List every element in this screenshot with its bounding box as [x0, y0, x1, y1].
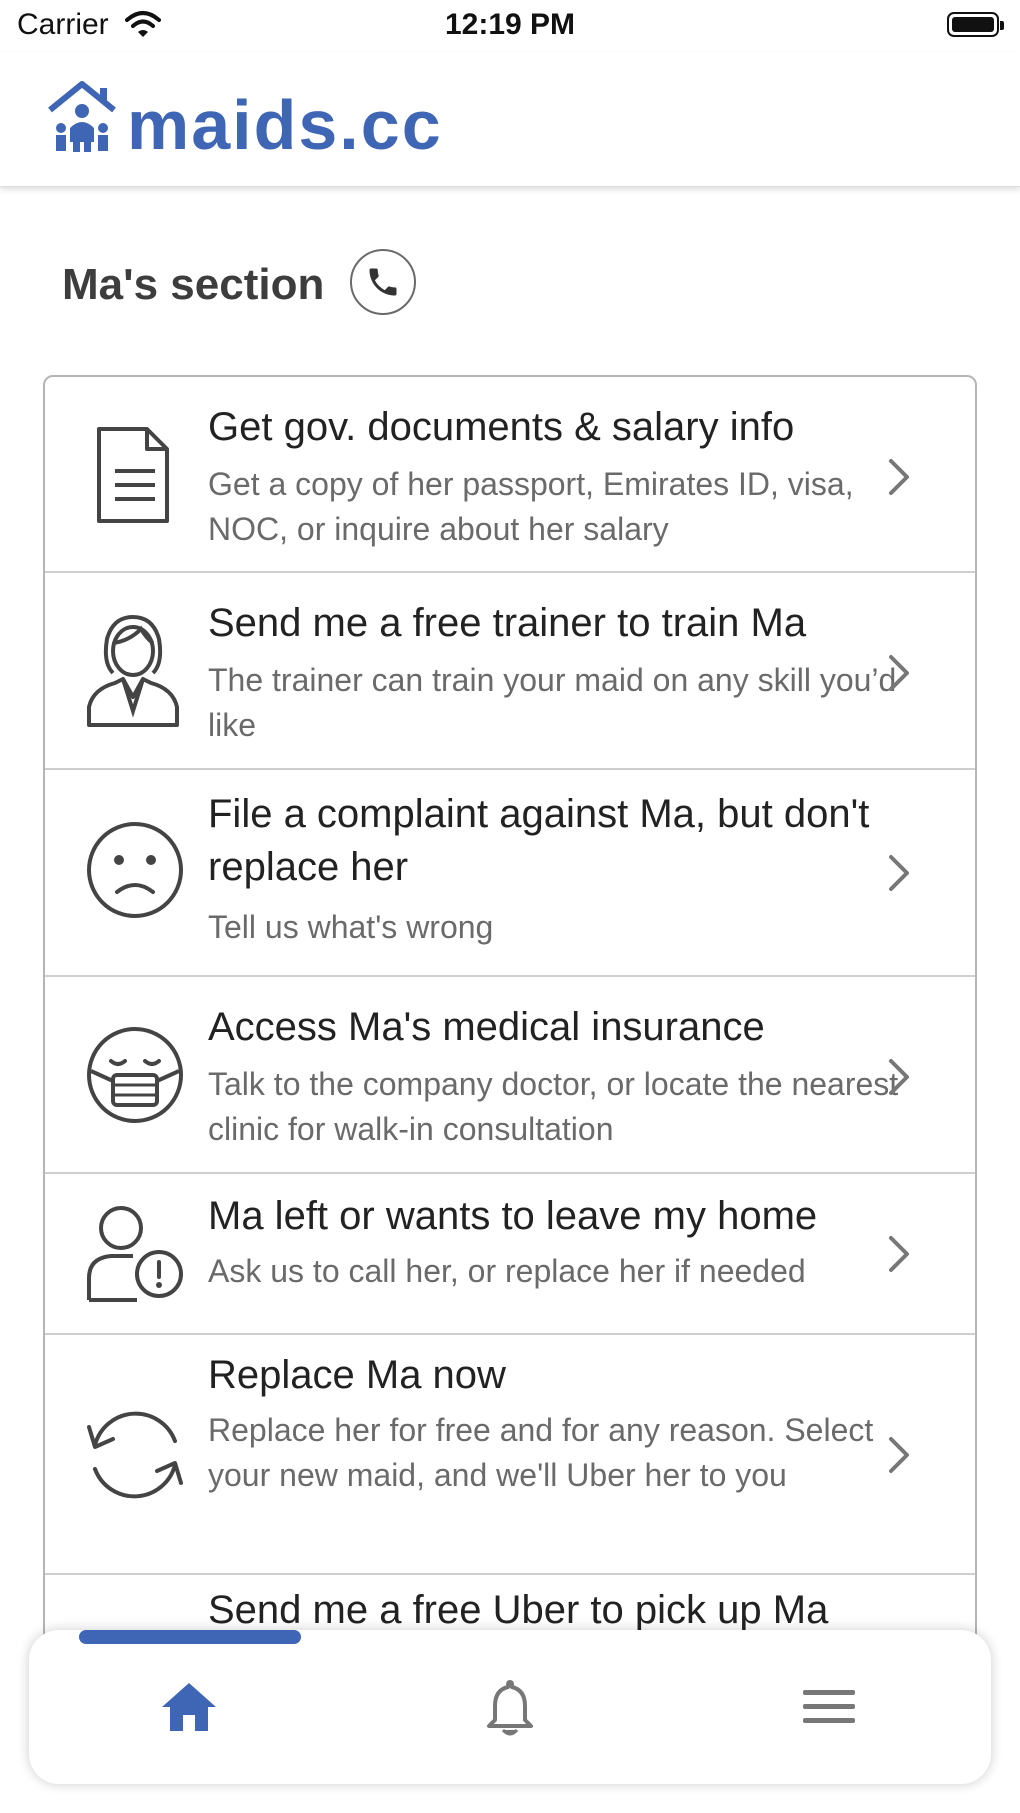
- option-medical-insurance[interactable]: Access Ma's medical insurance Talk to th…: [45, 977, 975, 1174]
- sad-face-icon: [87, 822, 183, 918]
- options-list: Get gov. documents & salary info Get a c…: [43, 375, 977, 1675]
- bottom-navigation: [29, 1630, 991, 1784]
- option-title: Get gov. documents & salary info: [208, 405, 795, 449]
- chevron-right-icon: [889, 855, 909, 891]
- status-bar: Carrier 12:19 PM: [0, 0, 1020, 52]
- option-subtitle: The trainer can train your maid on any s…: [208, 662, 897, 743]
- bell-icon: [487, 1680, 533, 1736]
- medical-mask-icon: [87, 1027, 183, 1123]
- nav-menu[interactable]: [789, 1672, 869, 1742]
- option-subtitle: Replace her for free and for any reason.…: [208, 1412, 874, 1493]
- user-alert-icon: [87, 1206, 183, 1302]
- nav-home[interactable]: [149, 1672, 229, 1742]
- chevron-right-icon: [889, 1437, 909, 1473]
- chevron-right-icon: [889, 459, 909, 495]
- home-icon: [162, 1683, 216, 1731]
- option-title: Access Ma's medical insurance: [208, 1005, 765, 1049]
- option-replace-ma[interactable]: Replace Ma now Replace her for free and …: [45, 1335, 975, 1575]
- menu-icon: [803, 1690, 855, 1723]
- active-tab-indicator: [79, 1630, 301, 1644]
- app-header: maids.cc: [0, 52, 1020, 187]
- option-title: Replace Ma now: [208, 1353, 506, 1397]
- option-title: File a complaint against Ma, but don't r…: [208, 792, 870, 889]
- chevron-right-icon: [889, 1236, 909, 1272]
- option-subtitle: Ask us to call her, or replace her if ne…: [208, 1253, 806, 1289]
- option-subtitle: Tell us what's wrong: [208, 909, 494, 945]
- chevron-right-icon: [889, 1059, 909, 1095]
- option-title: Ma left or wants to leave my home: [208, 1194, 818, 1238]
- option-title: Send me a free Uber to pick up Ma: [208, 1588, 829, 1632]
- clock: 12:19 PM: [444, 8, 576, 41]
- option-subtitle: Get a copy of her passport, Emirates ID,…: [208, 466, 854, 547]
- trainer-icon: [87, 614, 179, 727]
- logo-text: maids.cc: [127, 86, 443, 164]
- option-ma-left[interactable]: Ma left or wants to leave my home Ask us…: [45, 1174, 975, 1335]
- nav-notifications[interactable]: [470, 1672, 550, 1742]
- chevron-right-icon: [889, 655, 909, 691]
- battery-icon: [947, 12, 1004, 37]
- option-subtitle: Talk to the company doctor, or locate th…: [208, 1066, 899, 1147]
- option-file-complaint[interactable]: File a complaint against Ma, but don't r…: [45, 770, 975, 977]
- phone-icon: [369, 268, 397, 296]
- option-gov-documents[interactable]: Get gov. documents & salary info Get a c…: [45, 377, 975, 573]
- logo-house-icon: [48, 81, 116, 152]
- call-button[interactable]: [350, 249, 416, 315]
- document-icon: [97, 427, 169, 523]
- replace-cycle-icon: [87, 1411, 183, 1499]
- section-title: Ma's section: [62, 260, 325, 309]
- option-title: Send me a free trainer to train Ma: [208, 601, 807, 645]
- option-free-trainer[interactable]: Send me a free trainer to train Ma The t…: [45, 573, 975, 770]
